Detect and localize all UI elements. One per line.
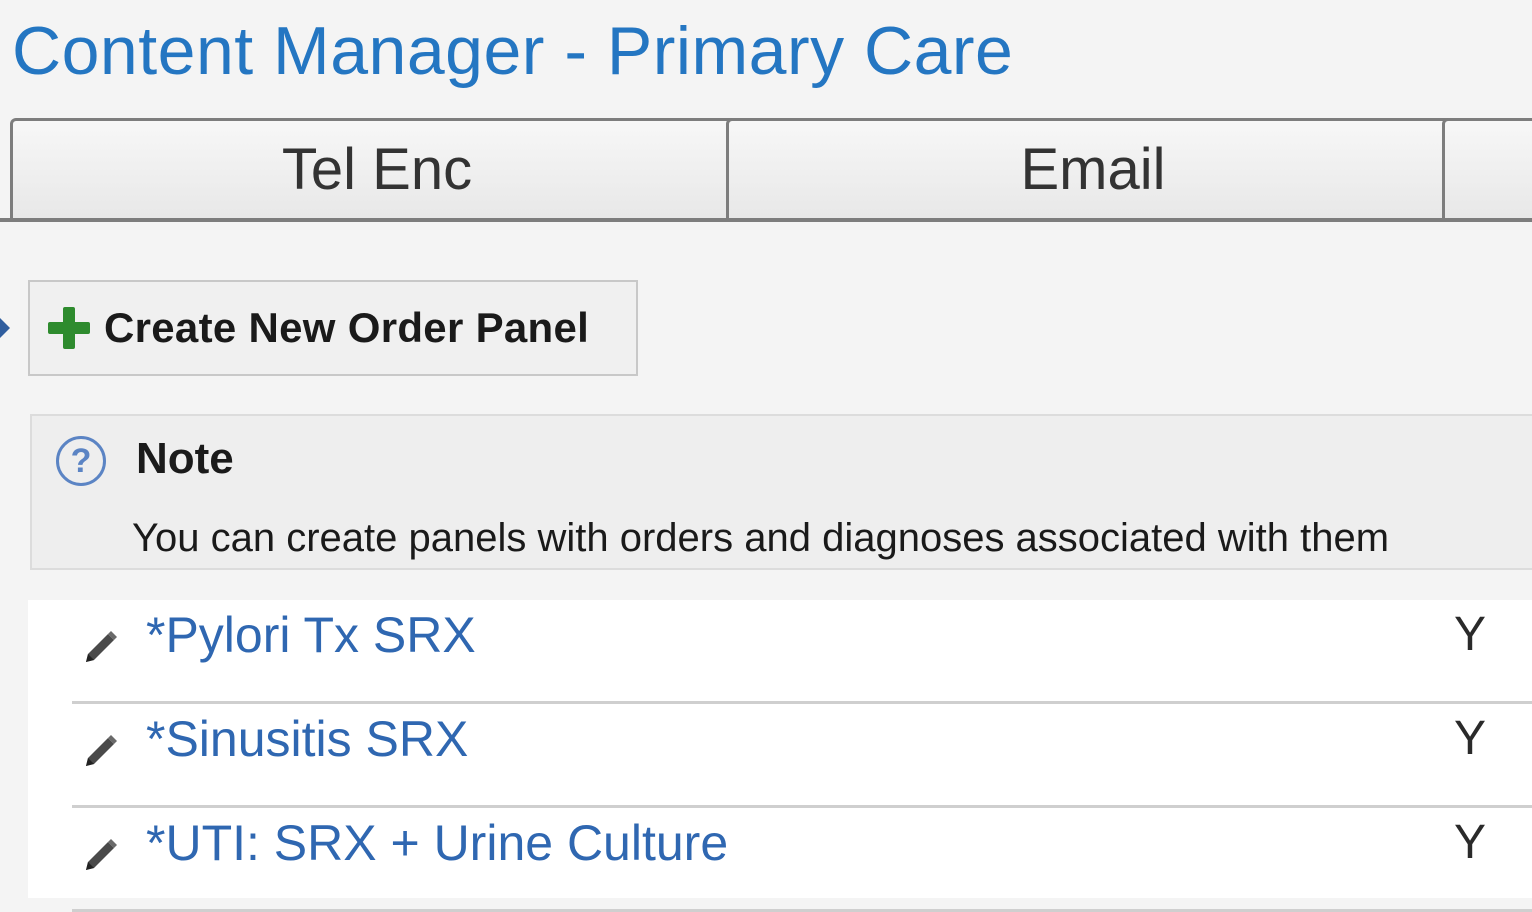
list-item: *UTI: SRX + Urine Culture Y [72, 808, 1532, 912]
create-button-label: Create New Order Panel [104, 304, 590, 351]
order-panel-list: *Pylori Tx SRX Y *Sinusitis SRX Y *UTI: … [28, 600, 1532, 912]
panel-flag: Y [1454, 608, 1487, 661]
tab-tel-enc[interactable]: Tel Enc [10, 118, 744, 218]
page-title: Content Manager - Primary Care [12, 13, 1014, 89]
pointer-arrow-icon [0, 318, 10, 338]
pencil-icon[interactable] [78, 626, 122, 670]
note-box: ? Note You can create panels with orders… [30, 414, 1532, 570]
note-title: Note [136, 434, 234, 483]
list-item: *Pylori Tx SRX Y [72, 600, 1532, 704]
panel-name-link[interactable]: *UTI: SRX + Urine Culture [146, 814, 728, 872]
pencil-icon[interactable] [78, 730, 122, 774]
create-new-order-panel-button[interactable]: Create New Order Panel [28, 280, 638, 376]
tab-bar: Tel Enc Email [10, 118, 1532, 222]
panel-name-link[interactable]: *Pylori Tx SRX [146, 606, 476, 664]
panel-flag: Y [1454, 816, 1487, 869]
tab-next[interactable] [1442, 118, 1532, 218]
tab-divider [0, 218, 1532, 222]
help-icon: ? [56, 436, 106, 486]
list-item: *Sinusitis SRX Y [72, 704, 1532, 808]
tab-email[interactable]: Email [726, 118, 1460, 218]
panel-flag: Y [1454, 712, 1487, 765]
panel-name-link[interactable]: *Sinusitis SRX [146, 710, 468, 768]
note-text: You can create panels with orders and di… [132, 516, 1390, 560]
plus-icon [48, 307, 90, 349]
pencil-icon[interactable] [78, 834, 122, 878]
